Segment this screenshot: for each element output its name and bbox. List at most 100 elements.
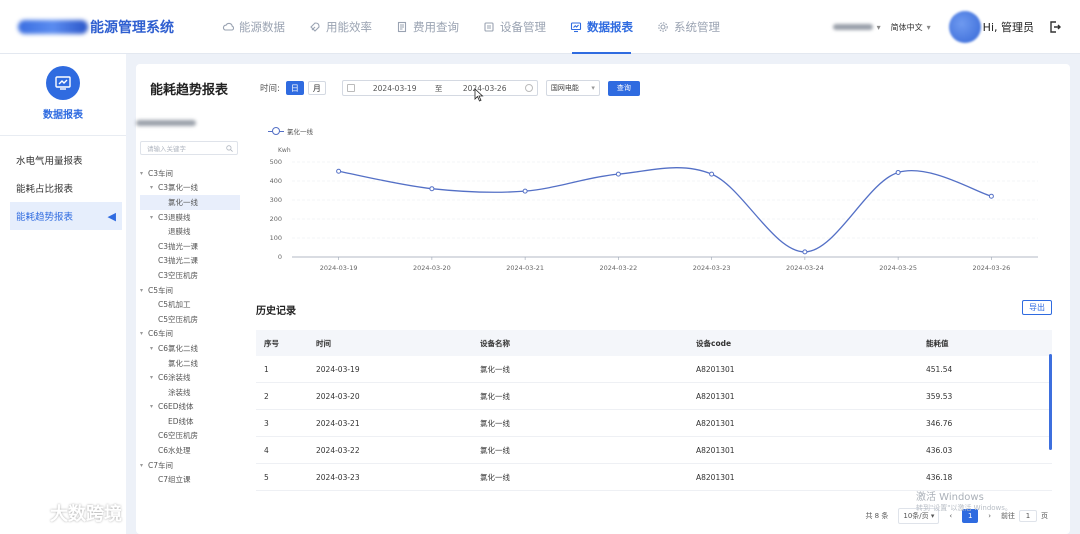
sidebar-item-0[interactable]: 水电气用量报表 (0, 146, 126, 174)
tree-node[interactable]: ▾ C6ED线体 (140, 400, 240, 415)
gear-icon (658, 21, 668, 32)
sidebar-header: 数据报表 (0, 54, 126, 136)
expand-caret-icon[interactable]: ▾ (140, 287, 148, 294)
chevron-down-icon[interactable]: ▾ (927, 23, 931, 32)
data-point (522, 188, 528, 194)
table-row[interactable]: 5 2024-03-23 氯化一线 A8201301 436.18 (256, 464, 1052, 491)
tree-node[interactable]: C7组立课 (140, 472, 240, 487)
month-mode-button[interactable]: 月 (307, 81, 326, 95)
legend-label: 氯化一线 (287, 128, 313, 136)
query-button[interactable]: 查询 (607, 80, 640, 96)
table-cell: 3 (264, 418, 269, 428)
tree-node[interactable]: C5机加工 (140, 297, 240, 312)
chevron-down-icon[interactable]: ▾ (877, 23, 881, 32)
export-button[interactable]: 导出 (1022, 300, 1052, 315)
brand[interactable]: 能源管理系统 (18, 17, 198, 37)
nav-item-5[interactable]: 系统管理 (645, 0, 732, 54)
sidebar-title: 数据报表 (43, 110, 83, 121)
tree-node[interactable]: C6空压机房 (140, 429, 240, 444)
table-row[interactable]: 4 2024-03-22 氯化一线 A8201301 436.03 (256, 437, 1052, 464)
windows-watermark: 激活 Windows (916, 492, 984, 503)
org-selector[interactable] (832, 24, 873, 30)
table-row[interactable]: 1 2024-03-19 氯化一线 A8201301 451.54 (256, 356, 1052, 383)
tree-node[interactable]: C3抛光二课 (140, 254, 240, 269)
nav-item-label: 数据报表 (587, 19, 633, 34)
date-separator: 至 (434, 83, 443, 93)
energy-type-select[interactable]: 国网电能 ▾ (545, 80, 600, 96)
tree-node[interactable]: C5空压机房 (140, 312, 240, 327)
tree-node[interactable]: ▾ C7车间 (140, 458, 240, 473)
expand-caret-icon[interactable]: ▾ (140, 170, 148, 177)
page-suffix: 页 (1041, 512, 1048, 520)
data-point (615, 171, 621, 177)
brand-watermark: 大数跨境 (10, 500, 122, 526)
clear-icon[interactable] (524, 84, 533, 92)
prev-page-icon[interactable]: ‹ (949, 512, 952, 520)
x-tick-label: 2024-03-23 (693, 264, 731, 272)
goto-input[interactable]: 1 (1019, 510, 1037, 522)
search-icon (226, 144, 233, 152)
tree-node[interactable]: ▾ C3氯化一线 (140, 181, 240, 196)
tree-node[interactable]: C6水处理 (140, 443, 240, 458)
expand-caret-icon[interactable]: ▾ (150, 374, 158, 381)
y-tick-label: 400 (270, 177, 282, 185)
tree-node[interactable]: ▾ C6氯化二线 (140, 341, 240, 356)
table-cell: 2024-03-21 (316, 418, 360, 428)
brand-logo-text: 大数跨境 (50, 504, 122, 525)
chart-legend[interactable]: 氯化一线 (268, 126, 313, 136)
nav-item-4[interactable]: 数据报表 (558, 0, 645, 54)
x-tick-label: 2024-03-26 (972, 264, 1010, 272)
tree-node-label: C3车间 (148, 168, 174, 178)
cloud-icon (222, 22, 234, 31)
tree-node[interactable]: C3空压机房 (140, 268, 240, 283)
y-axis-unit: Kwh (278, 147, 291, 154)
sidebar: 数据报表 水电气用量报表 能耗占比报表 能耗趋势报表 ◀ (0, 54, 126, 534)
nav-item-0[interactable]: 能源数据 (210, 0, 297, 54)
sidebar-item-label: 能耗趋势报表 (16, 212, 74, 223)
expand-caret-icon[interactable]: ▾ (150, 184, 158, 191)
date-range-picker[interactable]: 2024-03-19 至 2024-03-26 (341, 80, 538, 96)
expand-caret-icon[interactable]: ▾ (150, 403, 158, 410)
expand-caret-icon[interactable]: ▾ (140, 330, 148, 337)
day-mode-button[interactable]: 日 (285, 81, 304, 95)
tree-node-label: C6氯化二线 (158, 343, 199, 353)
table-scrollbar[interactable] (1049, 354, 1052, 450)
tree-node[interactable]: ▾ C6涂装线 (140, 370, 240, 385)
next-page-icon[interactable]: › (988, 512, 991, 520)
expand-caret-icon[interactable]: ▾ (150, 214, 158, 221)
tree-node[interactable]: 氯化一线 (140, 195, 240, 210)
nav-item-3[interactable]: 设备管理 (471, 0, 558, 54)
sidebar-item-1[interactable]: 能耗占比报表 (0, 174, 126, 202)
logout-icon[interactable] (1048, 20, 1062, 34)
table-row[interactable]: 3 2024-03-21 氯化一线 A8201301 346.76 (256, 410, 1052, 437)
sidebar-item-2[interactable]: 能耗趋势报表 ◀ (10, 202, 122, 230)
nav-item-1[interactable]: 用能效率 (297, 0, 384, 54)
tree-node[interactable]: 涂装线 (140, 385, 240, 400)
column-header: 设备名称 (480, 338, 510, 348)
tree-node[interactable]: 氯化二线 (140, 356, 240, 371)
document-icon (397, 21, 407, 32)
tree-node-label: C6ED线体 (158, 402, 194, 412)
tree-node[interactable]: ▾ C5车间 (140, 283, 240, 298)
tree-node[interactable]: C3抛光一课 (140, 239, 240, 254)
tree-node[interactable]: 退膜线 (140, 224, 240, 239)
nav-item-2[interactable]: 费用查询 (384, 0, 471, 54)
avatar[interactable] (948, 11, 981, 43)
tree-node-label: C3抛光二课 (158, 256, 199, 266)
tree-node[interactable]: ▾ C3车间 (140, 166, 240, 181)
language-select[interactable]: 简体中文 (891, 22, 923, 33)
expand-caret-icon[interactable]: ▾ (150, 345, 158, 352)
column-header: 序号 (264, 338, 279, 348)
tree-node[interactable]: ▾ C3退膜线 (140, 210, 240, 225)
tree-node[interactable]: ED线体 (140, 414, 240, 429)
column-header: 能耗值 (926, 338, 949, 348)
table-cell: 氯化一线 (480, 364, 510, 374)
table-row[interactable]: 2 2024-03-20 氯化一线 A8201301 359.53 (256, 383, 1052, 410)
start-date[interactable]: 2024-03-19 (373, 84, 435, 93)
y-tick-label: 0 (278, 253, 282, 261)
time-label: 时间: (260, 84, 280, 94)
end-date[interactable]: 2024-03-26 (463, 84, 525, 93)
tree-node[interactable]: ▾ C6车间 (140, 327, 240, 342)
tree-search-input[interactable]: 请输入关键字 (140, 141, 238, 155)
expand-caret-icon[interactable]: ▾ (140, 462, 148, 469)
